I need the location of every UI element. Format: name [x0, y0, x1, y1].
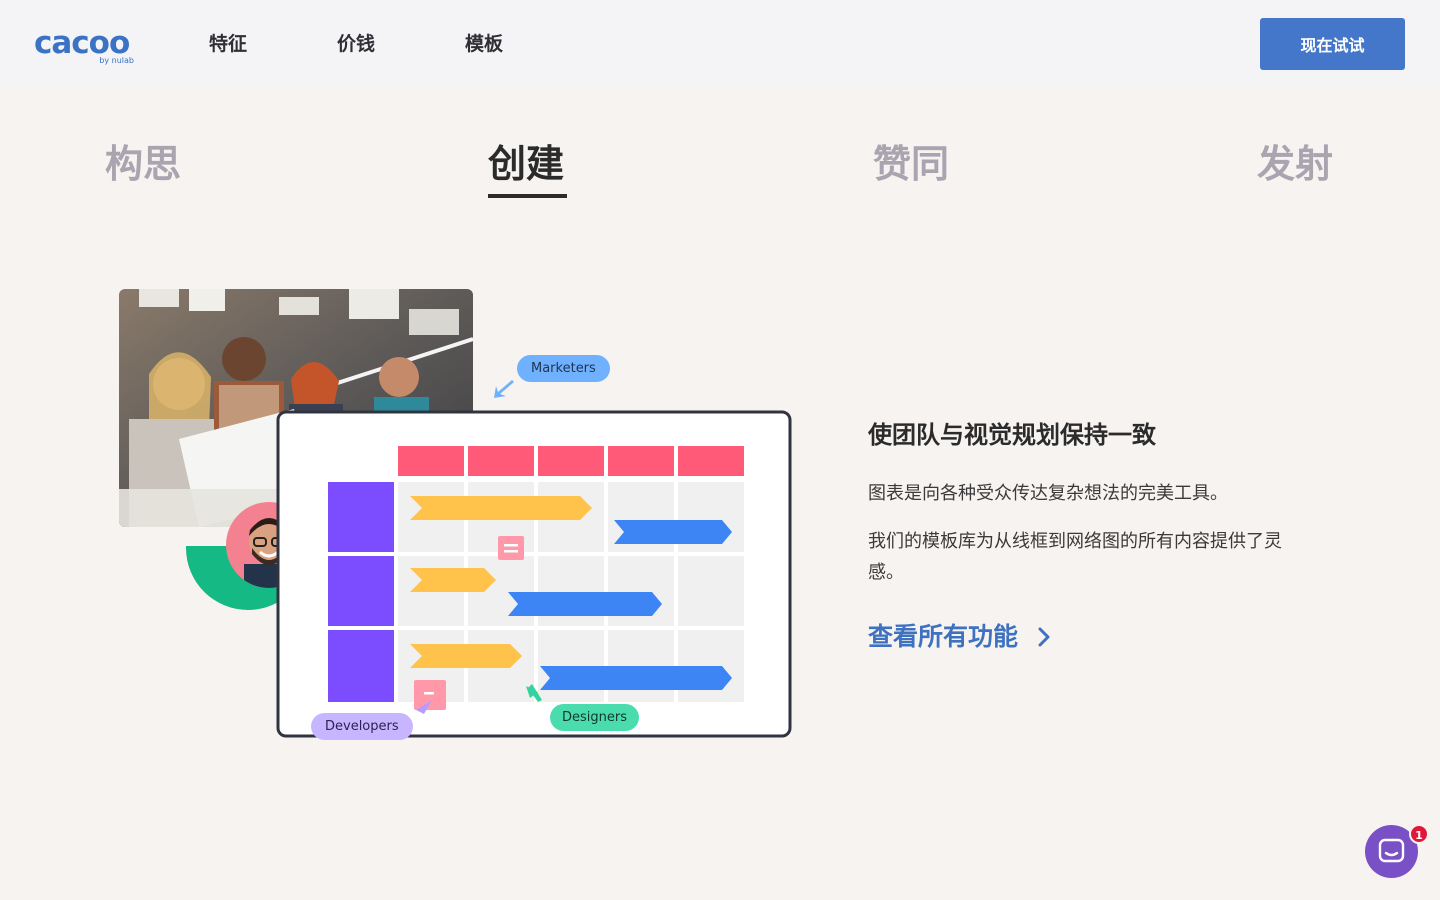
- description-paragraph-1: 图表是向各种受众传达复杂想法的完美工具。: [868, 483, 1228, 504]
- logo-wordmark: cacoo: [34, 25, 130, 61]
- chevron-right-icon[interactable]: [1036, 626, 1052, 648]
- try-now-button[interactable]: 现在试试: [1260, 18, 1405, 70]
- logo-byline: by nulab: [99, 56, 134, 65]
- nav-templates[interactable]: 模板: [465, 31, 503, 57]
- timeline-board: [276, 410, 792, 738]
- tab-launch[interactable]: 发射: [1257, 138, 1333, 190]
- marketers-arrow-icon: [494, 380, 514, 398]
- top-header: cacoo by nulab 特征 价钱 模板 现在试试: [0, 0, 1440, 88]
- section-heading: 使团队与视觉规划保持一致: [868, 421, 1156, 449]
- tab-create[interactable]: 创建: [488, 138, 564, 190]
- nav-features[interactable]: 特征: [209, 31, 247, 57]
- feature-illustration: Marketers Developers Designers: [110, 280, 810, 750]
- tab-ideate[interactable]: 构思: [105, 138, 181, 190]
- active-tab-underline: [488, 194, 567, 198]
- tag-marketers: Marketers: [517, 355, 610, 382]
- chat-icon: [1378, 838, 1405, 863]
- chat-notification-badge: 1: [1409, 824, 1429, 844]
- description-paragraph-2: 我们的模板库为从线框到网络图的所有内容提供了灵感。: [868, 531, 1282, 583]
- tab-agree[interactable]: 赞同: [873, 138, 949, 190]
- tag-designers: Designers: [550, 704, 639, 731]
- tag-developers: Developers: [311, 713, 413, 740]
- view-all-features-link[interactable]: 查看所有功能: [868, 618, 1018, 656]
- cacoo-logo[interactable]: cacoo by nulab: [34, 26, 138, 68]
- nav-pricing[interactable]: 价钱: [337, 31, 375, 57]
